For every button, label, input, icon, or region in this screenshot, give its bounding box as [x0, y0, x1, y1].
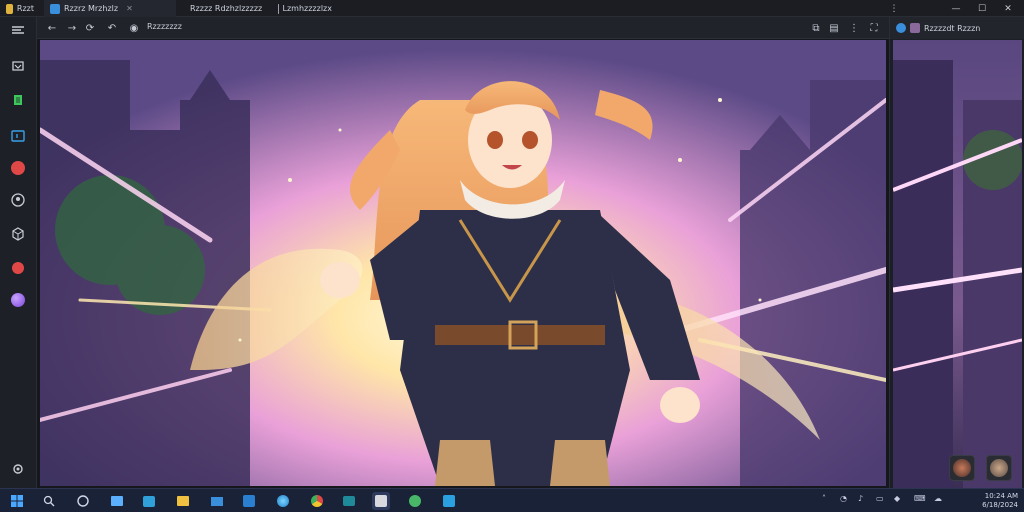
app-icon[interactable] — [440, 492, 458, 510]
left-toolbar — [0, 17, 37, 488]
fullscreen-icon[interactable]: ⛶ — [867, 21, 881, 35]
close-icon[interactable]: ✕ — [126, 4, 133, 13]
collapse-icon[interactable] — [9, 21, 27, 39]
folder-icon[interactable] — [174, 492, 192, 510]
notification-icon[interactable]: ◆ — [894, 494, 900, 503]
file-explorer-icon[interactable] — [108, 492, 126, 510]
edge-icon[interactable] — [274, 492, 292, 510]
keyboard-icon[interactable]: ⌨ — [914, 494, 926, 503]
system-clock[interactable]: 10:24 AM 6/18/2024 — [982, 492, 1018, 510]
tab-label: Rzzrz Mrzhzlz — [64, 4, 119, 13]
game-icon[interactable] — [406, 492, 424, 510]
tab-strip: Rzzt Rzzrz Mrzhzlz ✕ Rzzzz Rdzhzlzzzzz L… — [0, 0, 1024, 17]
taskbar: ˄ ◔ ♪ ▭ ◆ ⌨ ☁ 10:24 AM 6/18/2024 — [0, 488, 1024, 512]
chrome-icon[interactable] — [308, 492, 326, 510]
battery-icon[interactable]: ▭ — [876, 494, 884, 503]
character-thumb-1[interactable] — [949, 455, 975, 481]
refresh-icon[interactable]: ⟳ — [83, 21, 97, 35]
panel-header: Rzzzzdt Rzzzn — [890, 17, 1024, 39]
photos-icon[interactable] — [240, 492, 258, 510]
viewport-toolbar: ← → ⟳ ↶ ◉ Rzzzzzzz ⧉ ▤ ⋮ ⛶ — [37, 17, 889, 39]
network-icon[interactable]: ◔ — [840, 494, 847, 503]
user-icon[interactable] — [9, 191, 27, 209]
anime-character-artwork — [40, 40, 886, 486]
record-icon[interactable] — [9, 159, 27, 177]
image-icon[interactable] — [9, 127, 27, 145]
avatar — [910, 23, 920, 33]
settings-icon[interactable] — [9, 460, 27, 478]
menu-icon[interactable]: ⋮ — [847, 21, 861, 35]
tab-page[interactable]: Lzmhzzzzlzx — [272, 0, 338, 17]
tab-folder[interactable]: Rzzzz Rdzhzlzzzzz — [180, 0, 268, 17]
tab-overflow-icon[interactable]: ⋮ — [882, 0, 906, 17]
brush-icon[interactable] — [9, 91, 27, 109]
tab-browser[interactable]: Rzzrz Mrzhzlz ✕ — [44, 0, 176, 17]
copy-icon[interactable]: ▤ — [827, 21, 841, 35]
character-thumb-2[interactable] — [986, 455, 1012, 481]
store-icon[interactable] — [140, 492, 158, 510]
layers-icon[interactable] — [9, 57, 27, 75]
page-icon — [278, 3, 279, 14]
maximize-button[interactable]: ☐ — [970, 0, 994, 17]
minimize-button[interactable]: — — [944, 0, 968, 17]
stop-icon[interactable] — [9, 259, 27, 277]
cube-icon[interactable] — [9, 225, 27, 243]
mail-icon[interactable] — [208, 492, 226, 510]
tab-label: Rzzt — [16, 4, 34, 13]
panel-title: Rzzzzdt Rzzzn — [924, 23, 981, 33]
side-preview[interactable] — [893, 40, 1022, 488]
search-icon[interactable] — [40, 492, 58, 510]
undo-icon[interactable]: ↶ — [105, 21, 119, 35]
start-icon[interactable] — [8, 492, 26, 510]
clock-date: 6/18/2024 — [982, 501, 1018, 509]
cortana-icon[interactable] — [74, 492, 92, 510]
document-title: Rzzzzzzz — [147, 22, 182, 31]
share-icon[interactable]: ⧉ — [809, 21, 823, 35]
close-button[interactable]: ✕ — [996, 0, 1020, 17]
back-icon[interactable]: ← — [45, 21, 59, 35]
view-icon[interactable]: ◉ — [127, 21, 141, 35]
preview-image — [893, 40, 1022, 488]
terminal-icon[interactable] — [340, 492, 358, 510]
app-logo-icon — [6, 3, 13, 14]
onedrive-icon[interactable]: ☁ — [934, 494, 942, 503]
volume-icon[interactable]: ♪ — [858, 494, 863, 503]
tab-label: Rzzzz Rdzhzlzzzzz — [190, 4, 263, 13]
app-active-icon[interactable] — [372, 492, 390, 510]
browser-icon — [50, 3, 60, 14]
clock-time: 10:24 AM — [984, 492, 1018, 500]
preview-panel: Rzzzzdt Rzzzn — [889, 17, 1024, 488]
tab-label: Lzmhzzzzlzx — [282, 4, 332, 13]
panel-logo-icon — [896, 23, 906, 33]
forward-icon[interactable]: → — [65, 21, 79, 35]
tab-app[interactable]: Rzzt — [0, 0, 40, 17]
sphere-icon[interactable] — [9, 291, 27, 309]
canvas-viewport[interactable] — [40, 40, 886, 486]
chevron-up-icon[interactable]: ˄ — [822, 494, 826, 503]
